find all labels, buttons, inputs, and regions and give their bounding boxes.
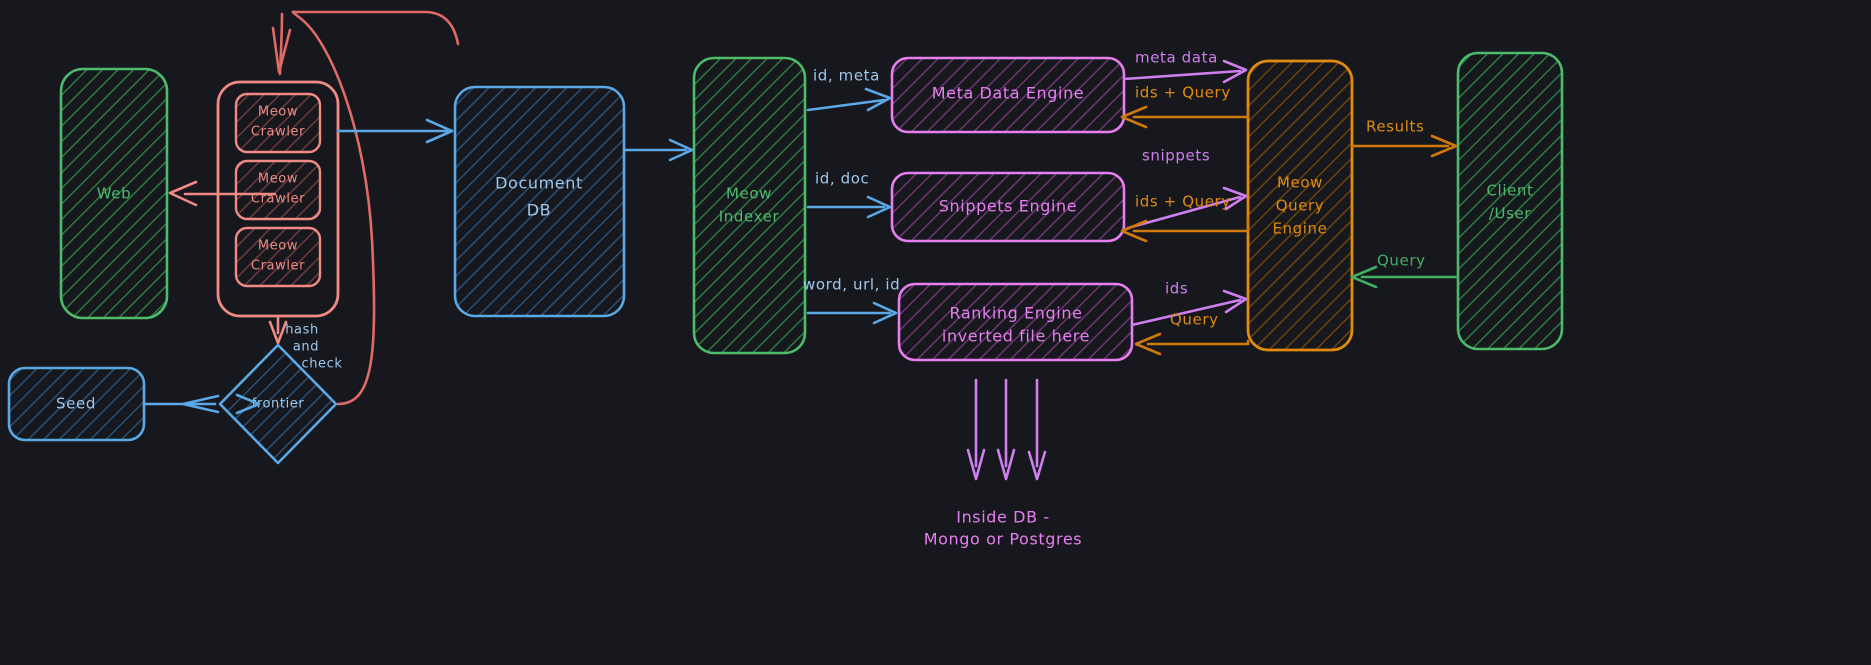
edge-label-hash-1: hash [285, 323, 319, 338]
edge-query-to-ranking [1146, 339, 1250, 346]
node-ranking-engine-line1: Ranking Engine [949, 304, 1082, 323]
node-crawler-3-line1: Meow [258, 239, 298, 254]
node-meow-query-engine[interactable]: Meow Query Engine [1246, 59, 1354, 352]
node-document-db[interactable]: Document DB [453, 85, 626, 318]
edge-label-word-url-id: word, url, id [803, 276, 900, 294]
edge-label-query-green: Query [1377, 252, 1426, 270]
annotation-inside-db-line2: Mongo or Postgres [924, 530, 1082, 549]
edge-label-id-meta: id, meta [813, 67, 880, 85]
edge-label-meta-data: meta data [1135, 49, 1218, 67]
node-meow-indexer-line1: Meow [726, 185, 772, 203]
edge-label-query-orange: Query [1170, 311, 1219, 329]
edge-label-snippets: snippets [1142, 147, 1210, 165]
edge-label-ids-query-1: ids + Query [1135, 84, 1231, 102]
node-meta-data-engine-label: Meta Data Engine [932, 84, 1085, 103]
node-client-user[interactable]: Client /User [1456, 51, 1564, 351]
edge-label-hash-3: check [301, 357, 342, 372]
node-crawler-2[interactable]: Meow Crawler [234, 159, 322, 221]
node-snippets-engine[interactable]: Snippets Engine [890, 171, 1126, 243]
diagram-canvas: Web Meow Crawler Meow Crawler Meow Crawl… [0, 0, 1871, 665]
node-crawler-1-line2: Crawler [251, 125, 305, 140]
edge-label-ids: ids [1165, 280, 1188, 298]
node-meow-query-engine-line2: Query [1276, 197, 1325, 215]
node-web-label: Web [97, 185, 132, 203]
node-meta-data-engine[interactable]: Meta Data Engine [890, 56, 1126, 134]
node-seed-label: Seed [56, 395, 96, 413]
node-client-user-line1: Client [1486, 182, 1533, 200]
node-snippets-engine-label: Snippets Engine [939, 197, 1077, 216]
edge-ranking-to-db-arrows [966, 378, 1047, 481]
node-meow-query-engine-line1: Meow [1277, 174, 1323, 192]
node-meow-indexer-line2: Indexer [719, 208, 780, 226]
node-ranking-engine-line2: inverted file here [942, 327, 1090, 346]
node-seed[interactable]: Seed [7, 366, 146, 442]
edge-meta-to-query [1122, 69, 1242, 81]
edge-query-to-snippets [1132, 213, 1250, 233]
node-meow-query-engine-line3: Engine [1272, 220, 1327, 238]
annotation-inside-db-line1: Inside DB - [956, 508, 1049, 527]
node-crawler-3[interactable]: Meow Crawler [234, 226, 322, 288]
diagram-svg: Web Meow Crawler Meow Crawler Meow Crawl… [7, 10, 1564, 549]
node-crawler-3-line2: Crawler [251, 259, 305, 274]
node-crawler-1[interactable]: Meow Crawler [234, 92, 322, 154]
edge-label-ids-query-2: ids + Query [1135, 193, 1231, 211]
node-document-db-line2: DB [527, 201, 552, 220]
edge-label-id-doc: id, doc [815, 170, 869, 188]
edge-label-hash-2: and [293, 340, 319, 355]
node-client-user-line2: /User [1489, 205, 1531, 223]
node-crawler-1-line1: Meow [258, 105, 298, 120]
node-web[interactable]: Web [59, 67, 169, 320]
edge-label-results: Results [1366, 118, 1424, 136]
node-ranking-engine[interactable]: Ranking Engine inverted file here [897, 282, 1134, 362]
node-meow-indexer[interactable]: Meow Indexer [692, 56, 807, 355]
node-crawler-2-line1: Meow [258, 172, 298, 187]
edge-query-to-meta [1132, 108, 1250, 119]
node-document-db-line1: Document [495, 174, 583, 193]
